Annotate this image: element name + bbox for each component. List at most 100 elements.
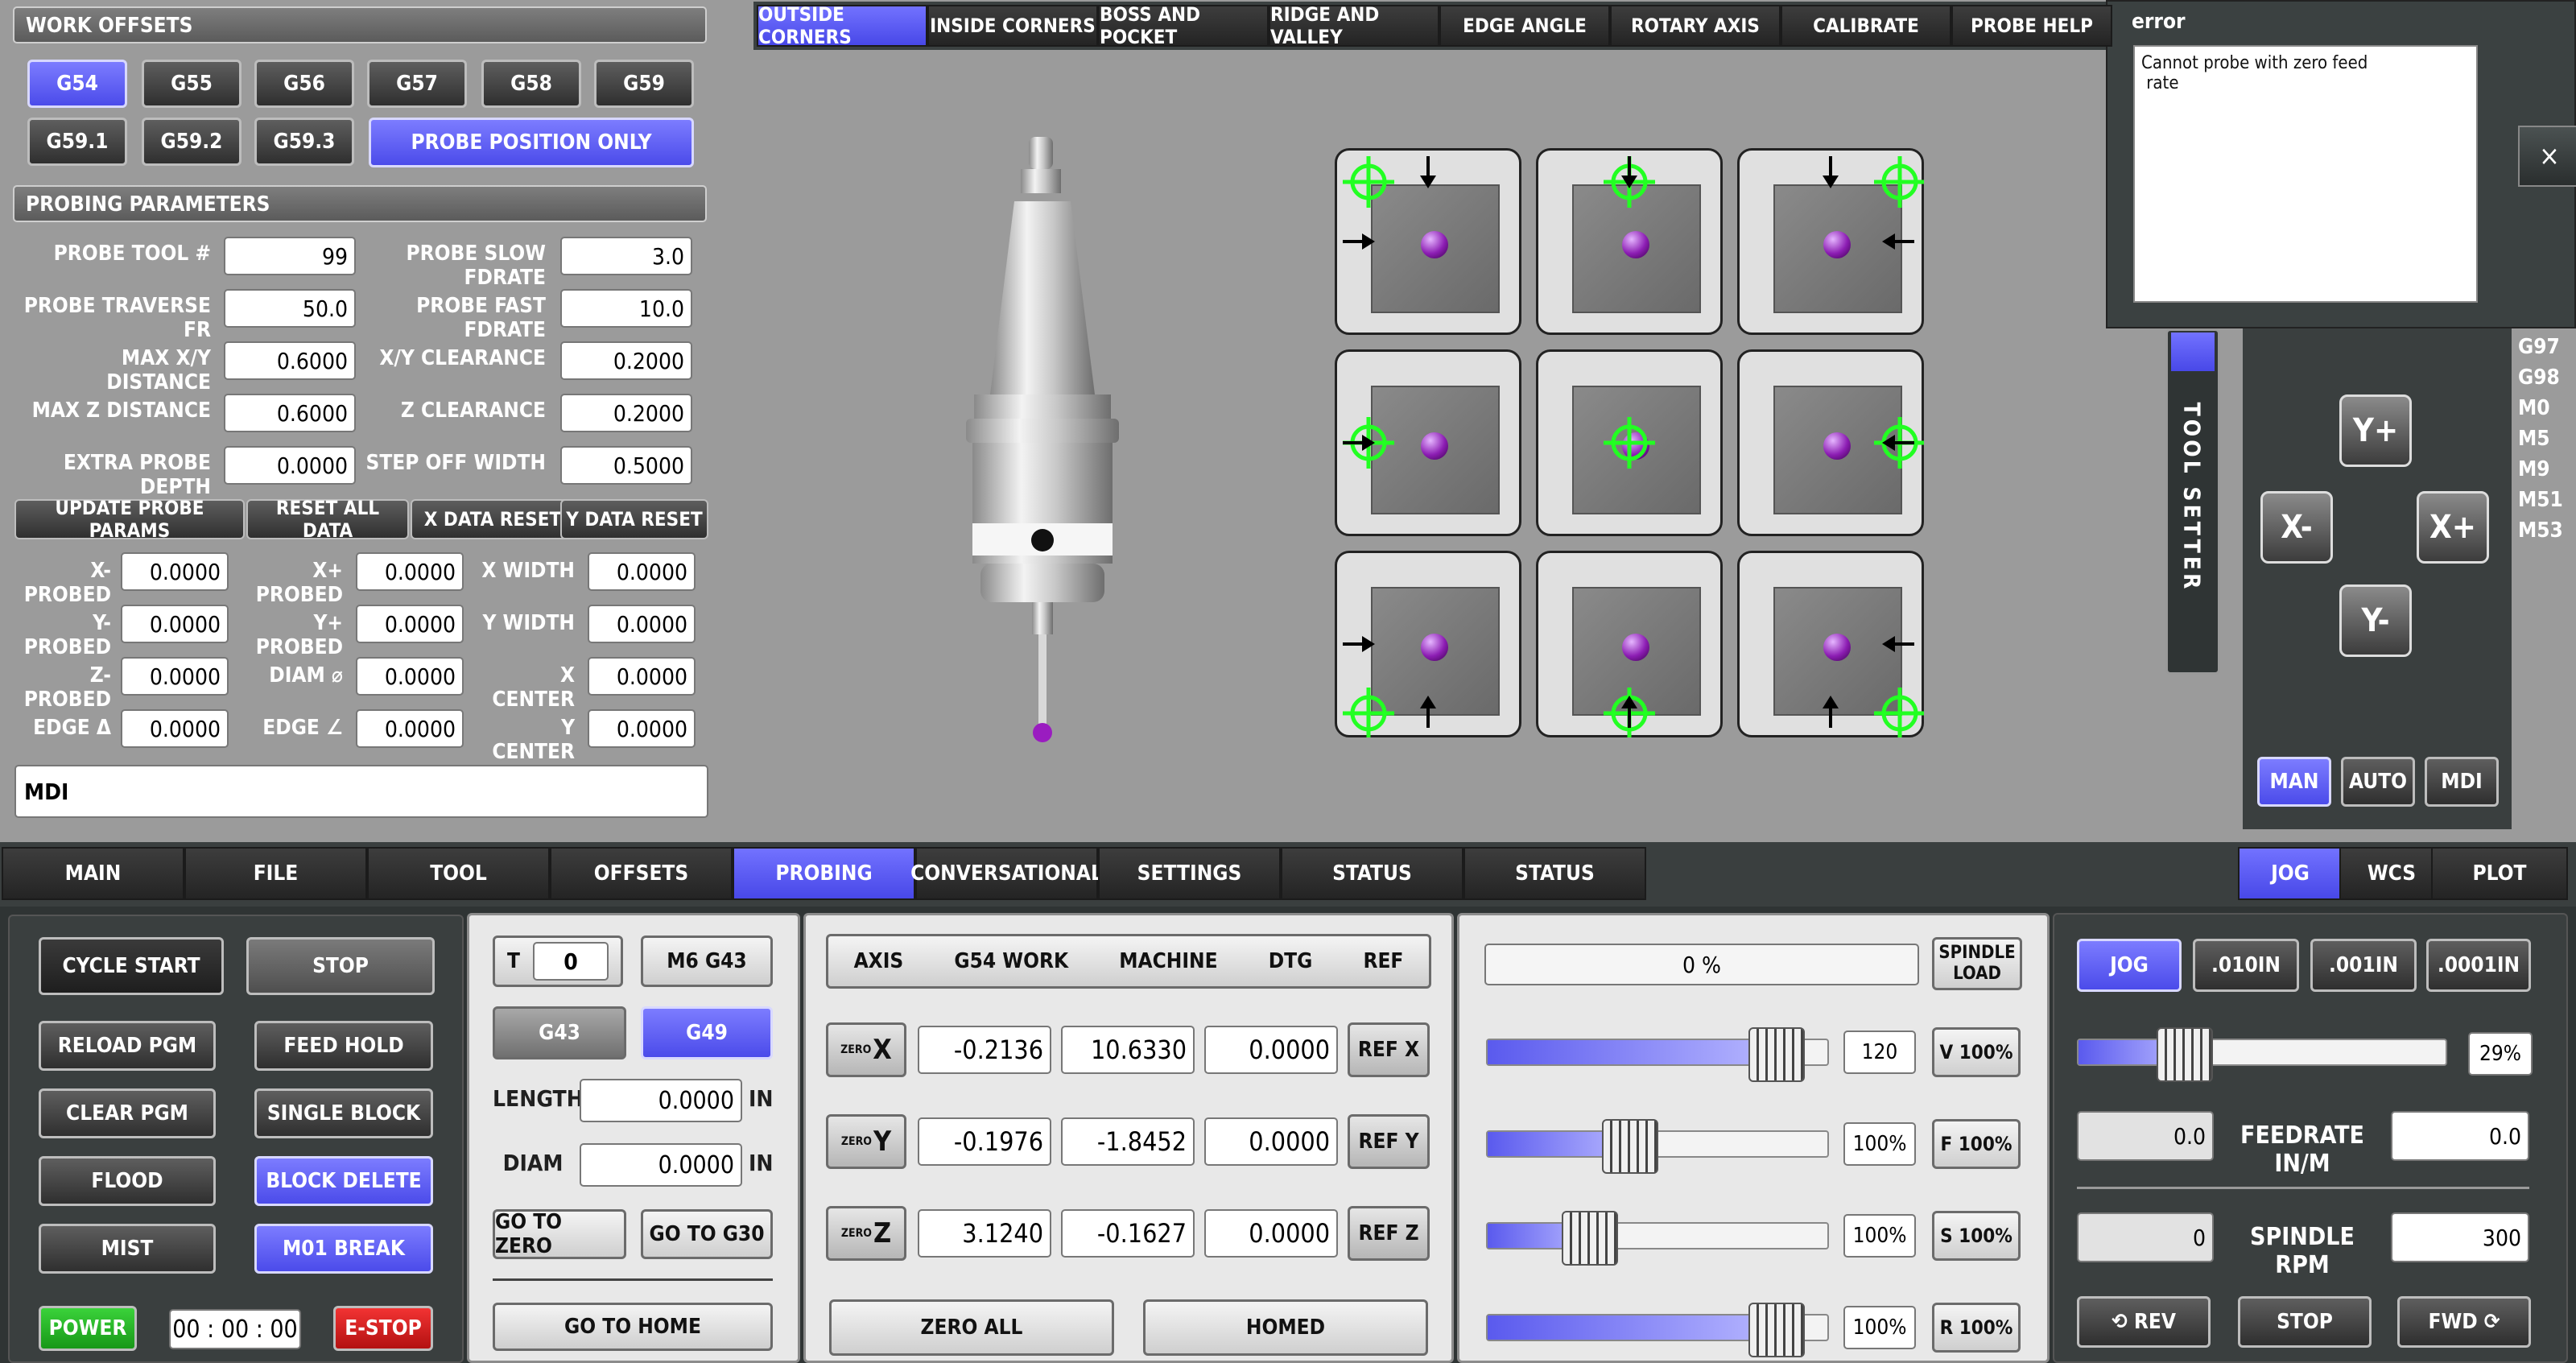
probe-cell-8[interactable]	[1737, 551, 1924, 737]
offset-g54-button[interactable]: G54	[27, 60, 127, 108]
override-slider[interactable]	[1486, 1211, 1829, 1266]
param-value-input[interactable]: 0.6000	[224, 394, 356, 432]
zero-x-button[interactable]: ZERO X	[826, 1022, 906, 1077]
spindle-forward-button[interactable]: FWD ⟳	[2397, 1296, 2531, 1348]
tool-number-input[interactable]: 0	[532, 942, 609, 981]
override-slider-knob[interactable]	[1748, 1027, 1805, 1082]
offset-g59-2-button[interactable]: G59.2	[142, 118, 242, 166]
param-value-input[interactable]: 10.0	[560, 289, 692, 328]
probe-cell-1[interactable]	[1536, 148, 1723, 335]
probe-position-only-button[interactable]: PROBE POSITION ONLY	[369, 118, 694, 167]
probe-action-button[interactable]: Y DATA RESET	[560, 499, 708, 539]
ref-x-button[interactable]: REF X	[1348, 1022, 1430, 1077]
main-tab-4[interactable]: PROBING	[733, 847, 915, 900]
param-value-input[interactable]: 0.2000	[560, 394, 692, 432]
override-slider-knob[interactable]	[1561, 1211, 1618, 1266]
param-value-input[interactable]: 99	[224, 237, 356, 275]
probe-tab-7[interactable]: PROBE HELP	[1951, 5, 2112, 47]
cycle-start-button[interactable]: CYCLE START	[39, 937, 224, 995]
probe-cell-0[interactable]	[1335, 148, 1521, 335]
main-tab-7[interactable]: STATUS	[1281, 847, 1463, 900]
probe-action-button[interactable]: RESET ALL DATA	[246, 497, 409, 542]
param-value-input[interactable]: 0.6000	[224, 341, 356, 380]
probe-tab-0[interactable]: OUTSIDE CORNERS	[757, 3, 927, 48]
probe-cell-6[interactable]	[1335, 551, 1521, 737]
mode-auto-button[interactable]: AUTO	[2341, 757, 2415, 807]
probe-cell-3[interactable]	[1335, 349, 1521, 536]
override-reset-button[interactable]: S 100%	[1932, 1211, 2021, 1261]
close-icon[interactable]: ×	[2518, 126, 2576, 187]
g43-button[interactable]: G43	[493, 1006, 626, 1059]
main-tab-6[interactable]: SETTINGS	[1098, 847, 1281, 900]
reload-program-button[interactable]: RELOAD PGM	[39, 1021, 216, 1071]
main-tab-8[interactable]: STATUS	[1463, 847, 1646, 900]
ref-z-button[interactable]: REF Z	[1348, 1206, 1430, 1261]
offset-g56-button[interactable]: G56	[254, 60, 354, 108]
probe-action-button[interactable]: X DATA RESET	[411, 499, 575, 539]
probe-action-button[interactable]: UPDATE PROBE PARAMS	[14, 497, 245, 542]
m6-g43-button[interactable]: M6 G43	[641, 936, 773, 987]
param-value-input[interactable]: 3.0	[560, 237, 692, 275]
override-reset-button[interactable]: R 100%	[1932, 1303, 2021, 1353]
clear-program-button[interactable]: CLEAR PGM	[39, 1088, 216, 1138]
right-tab-wcs[interactable]: WCS	[2339, 847, 2444, 900]
override-reset-button[interactable]: F 100%	[1932, 1119, 2021, 1169]
go-to-g30-button[interactable]: GO TO G30	[641, 1209, 773, 1259]
param-value-input[interactable]: 0.5000	[560, 446, 692, 485]
offset-g59-1-button[interactable]: G59.1	[27, 118, 127, 166]
stop-button[interactable]: STOP	[246, 937, 435, 995]
offset-g59-button[interactable]: G59	[594, 60, 694, 108]
main-tab-2[interactable]: TOOL	[367, 847, 550, 900]
probe-cell-2[interactable]	[1737, 148, 1924, 335]
override-reset-button[interactable]: V 100%	[1932, 1027, 2021, 1077]
main-tab-0[interactable]: MAIN	[2, 847, 184, 900]
probe-cell-4[interactable]	[1536, 349, 1723, 536]
jog-button[interactable]: JOG	[2077, 939, 2182, 992]
jog-y-minus-button[interactable]: Y-	[2339, 584, 2412, 657]
g49-button[interactable]: G49	[641, 1006, 773, 1059]
override-slider[interactable]	[1486, 1119, 1829, 1174]
power-button[interactable]: POWER	[39, 1306, 137, 1351]
override-slider-knob[interactable]	[1748, 1303, 1805, 1357]
mode-mdi-button[interactable]: MDI	[2425, 757, 2499, 807]
probe-tab-5[interactable]: ROTARY AXIS	[1610, 5, 1781, 47]
estop-button[interactable]: E-STOP	[333, 1306, 433, 1351]
jog-increment-button[interactable]: .001IN	[2310, 939, 2417, 992]
jog-y-plus-button[interactable]: Y+	[2339, 394, 2412, 467]
main-tab-1[interactable]: FILE	[184, 847, 367, 900]
param-value-input[interactable]: 0.2000	[560, 341, 692, 380]
main-tab-5[interactable]: CONVERSATIONAL	[910, 847, 1103, 900]
jog-increment-button[interactable]: .010IN	[2193, 939, 2299, 992]
offset-g58-button[interactable]: G58	[481, 60, 581, 108]
zero-all-button[interactable]: ZERO ALL	[829, 1299, 1114, 1356]
probe-tab-6[interactable]: CALIBRATE	[1781, 5, 1951, 47]
offset-g55-button[interactable]: G55	[142, 60, 242, 108]
mdi-input[interactable]: MDI	[14, 765, 708, 818]
probe-tab-1[interactable]: INSIDE CORNERS	[927, 5, 1098, 47]
param-value-input[interactable]: 0.0000	[224, 446, 356, 485]
main-tab-3[interactable]: OFFSETS	[550, 847, 733, 900]
spindle-reverse-button[interactable]: ⟲ REV	[2077, 1296, 2211, 1348]
jog-increment-button[interactable]: .0001IN	[2426, 939, 2531, 992]
mist-button[interactable]: MIST	[39, 1224, 216, 1274]
jog-x-plus-button[interactable]: X+	[2417, 491, 2489, 564]
right-tab-jog[interactable]: JOG	[2238, 847, 2343, 900]
spindle-stop-button[interactable]: STOP	[2238, 1296, 2372, 1348]
offset-g59-3-button[interactable]: G59.3	[254, 118, 354, 166]
offset-g57-button[interactable]: G57	[367, 60, 467, 108]
go-to-zero-button[interactable]: GO TO ZERO	[493, 1209, 626, 1259]
override-slider[interactable]	[1486, 1027, 1829, 1082]
override-slider-knob[interactable]	[1602, 1119, 1659, 1174]
block-delete-button[interactable]: BLOCK DELETE	[254, 1156, 433, 1206]
jog-x-minus-button[interactable]: X-	[2260, 491, 2333, 564]
ref-y-button[interactable]: REF Y	[1348, 1114, 1430, 1169]
mode-man-button[interactable]: MAN	[2257, 757, 2331, 807]
right-tab-plot[interactable]: PLOT	[2431, 847, 2568, 900]
zero-z-button[interactable]: ZERO Z	[826, 1206, 906, 1261]
probe-cell-7[interactable]	[1536, 551, 1723, 737]
single-block-button[interactable]: SINGLE BLOCK	[254, 1088, 433, 1138]
probe-tab-2[interactable]: BOSS AND POCKET	[1098, 3, 1269, 48]
m01-break-button[interactable]: M01 BREAK	[254, 1224, 433, 1274]
jog-speed-knob[interactable]	[2157, 1027, 2214, 1082]
probe-tab-4[interactable]: EDGE ANGLE	[1439, 5, 1610, 47]
